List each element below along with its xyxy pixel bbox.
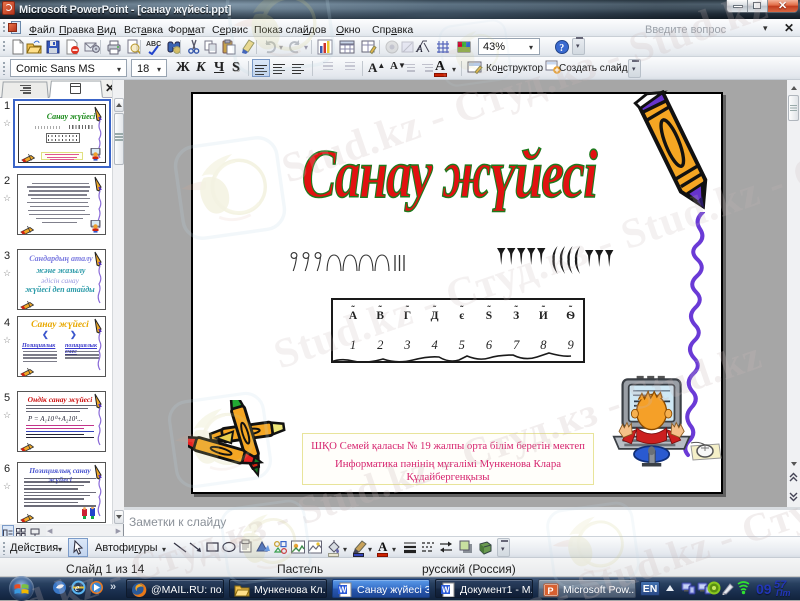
svg-text:A: A bbox=[415, 43, 423, 55]
svg-text:P: P bbox=[548, 586, 554, 596]
svg-text:e: e bbox=[75, 583, 80, 594]
svg-text:ABC: ABC bbox=[146, 41, 161, 48]
svg-text:W: W bbox=[339, 585, 347, 594]
svg-text:?: ? bbox=[559, 43, 564, 54]
svg-text:W: W bbox=[442, 585, 450, 594]
